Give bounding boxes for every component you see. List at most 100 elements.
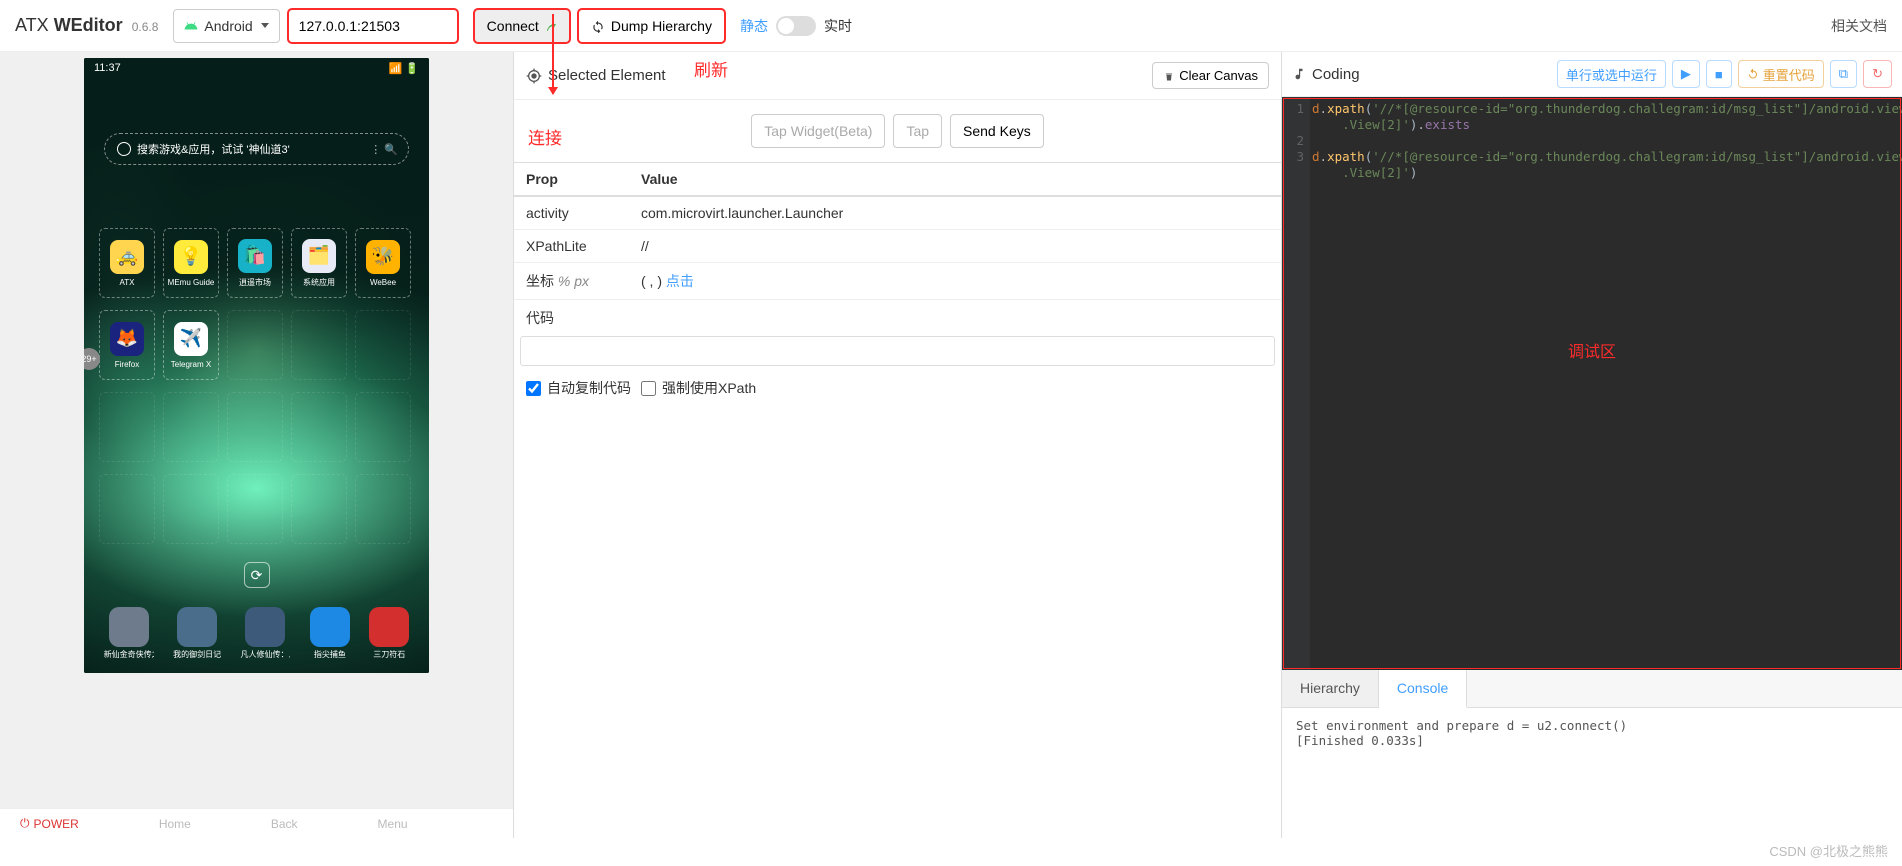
tab-hierarchy[interactable]: Hierarchy [1282,670,1379,707]
table-row: 坐标 % px( , ) 点击 [514,263,1281,300]
run-selected-button[interactable]: 单行或选中运行 [1557,60,1666,88]
platform-dropdown[interactable]: Android [173,9,279,43]
undo-icon [1747,68,1759,80]
app-cell-empty [99,474,155,544]
crosshair-icon [526,68,542,84]
app-cell[interactable]: 🚕 ATX [99,228,155,298]
dock-item[interactable]: 新仙金奇侠传之… [104,607,154,660]
app-icon: 🦊 [110,322,144,356]
refresh-icon [591,19,605,33]
app-label: WeBee [358,278,408,287]
app-icon: 💡 [174,240,208,274]
clear-canvas-button[interactable]: Clear Canvas [1152,62,1269,89]
dock-label: 我的御剑日记 [173,649,221,660]
app-cell-empty [355,310,411,380]
app-cell-empty [355,392,411,462]
annotation-debug: 调试区 [1568,338,1616,362]
app-cell-empty [291,310,347,380]
reload-icon[interactable]: ⟳ [244,562,270,588]
th-value: Value [629,163,1281,197]
phone-statusbar: 11:37 📶 🔋 [84,58,429,78]
connect-button[interactable]: Connect [474,9,570,43]
app-icon: ✈️ [174,322,208,356]
selected-element-pane: 连接 刷新 Selected Element Clear Canvas Tap … [513,52,1282,838]
status-time: 11:37 [94,62,121,74]
header: ATX WEditor 0.6.8 Android Connect Dump H… [0,0,1902,52]
dump-label: Dump Hierarchy [611,18,712,34]
tap-widget-button[interactable]: Tap Widget(Beta) [751,114,885,148]
mode-toggle-group: 静态 实时 [740,16,852,36]
menu-button[interactable]: Menu [378,817,408,831]
app-cell[interactable]: ✈️ Telegram X [163,310,219,380]
app-cell-empty [291,474,347,544]
app-cell-empty [163,392,219,462]
status-icons: 📶 🔋 [389,62,419,75]
app-icon: 🗂️ [302,239,336,273]
device-controls: ⏻ POWER Home Back Menu [0,808,513,838]
caret-down-icon [261,23,269,28]
code-editor[interactable]: 调试区 1 23 d.xpath('//*[@resource-id="org.… [1282,97,1902,670]
dock-item[interactable]: 指尖捕鱼 [310,607,350,660]
properties-table: Prop Value activitycom.microvirt.launche… [514,162,1281,300]
app-cell[interactable]: 🦊Firefox [99,310,155,380]
address-input[interactable] [288,9,458,43]
app-cell[interactable]: 💡MEmu Guide [163,228,219,298]
home-button[interactable]: Home [159,817,191,831]
brand: ATX WEditor 0.6.8 [15,15,158,36]
app-icon: 🛍️ [238,239,272,273]
selected-element-title: Selected Element [526,67,666,84]
sync-button[interactable]: ↻ [1863,60,1892,88]
app-icon: 🚕 [110,240,144,274]
phone-search-bar[interactable]: 搜索游戏&应用，试试 '神仙道3' ⋮ 🔍 [104,133,409,165]
app-cell-empty [99,392,155,462]
realtime-label: 实时 [824,16,852,36]
tap-button[interactable]: Tap [893,114,942,148]
music-icon [1292,67,1306,81]
brand-prefix: ATX [15,15,49,35]
app-cell[interactable]: 🗂️ 系统应用 [291,228,347,298]
coding-title: Coding [1292,66,1360,83]
docs-link[interactable]: 相关文档 [1831,16,1887,36]
dock-icon [177,607,217,647]
dock-icon [245,607,285,647]
app-cell-empty [355,474,411,544]
phone-dock: 新仙金奇侠传之… 我的御剑日记 凡人修仙传：人… 指尖捕鱼 三刀符石 [94,603,419,663]
dock-icon [310,607,350,647]
code-label: 代码 [514,300,1281,336]
app-label: ATX [102,278,152,287]
dock-icon [369,607,409,647]
device-screen[interactable]: 11:37 📶 🔋 搜索游戏&应用，试试 '神仙道3' ⋮ 🔍 29+ 🚕ATX… [84,58,429,673]
dock-item[interactable]: 凡人修仙传：人… [240,607,290,660]
code-textarea[interactable] [520,336,1275,366]
force-xpath-checkbox[interactable] [641,381,656,396]
app-cell[interactable]: 🐝WeBee [355,228,411,298]
coding-pane: Coding 单行或选中运行 ▶ ■ 重置代码 ⧉ ↻ 调试区 1 23 d.x… [1282,52,1902,838]
send-keys-button[interactable]: Send Keys [950,114,1044,148]
dock-label: 三刀符石 [373,649,405,660]
app-cell-empty [163,474,219,544]
auto-copy-checkbox[interactable] [526,381,541,396]
brand-version: 0.6.8 [132,20,159,34]
app-label: Telegram X [166,360,216,369]
dump-hierarchy-button[interactable]: Dump Hierarchy [578,9,725,43]
click-link[interactable]: 点击 [666,273,694,289]
reset-code-button[interactable]: 重置代码 [1738,60,1824,88]
dock-item[interactable]: 我的御剑日记 [173,607,221,660]
power-button[interactable]: ⏻ POWER [20,816,79,831]
tab-console[interactable]: Console [1379,670,1467,708]
auto-copy-label: 自动复制代码 [547,378,631,398]
app-cell[interactable]: 🛍️逍遥市场 [227,228,283,298]
static-label: 静态 [740,16,768,36]
trash-icon [1163,70,1175,82]
brand-name: WEditor [54,15,123,35]
dock-label: 指尖捕鱼 [314,649,346,660]
microphone-icon: ⋮ 🔍 [370,143,398,156]
realtime-toggle[interactable] [776,16,816,36]
line-gutter: 1 23 [1282,97,1310,670]
play-button[interactable]: ▶ [1672,60,1700,88]
stop-button[interactable]: ■ [1706,60,1732,88]
dock-item[interactable]: 三刀符石 [369,607,409,660]
back-button[interactable]: Back [271,817,298,831]
copy-button[interactable]: ⧉ [1830,60,1857,88]
app-label: 系统应用 [294,277,344,288]
